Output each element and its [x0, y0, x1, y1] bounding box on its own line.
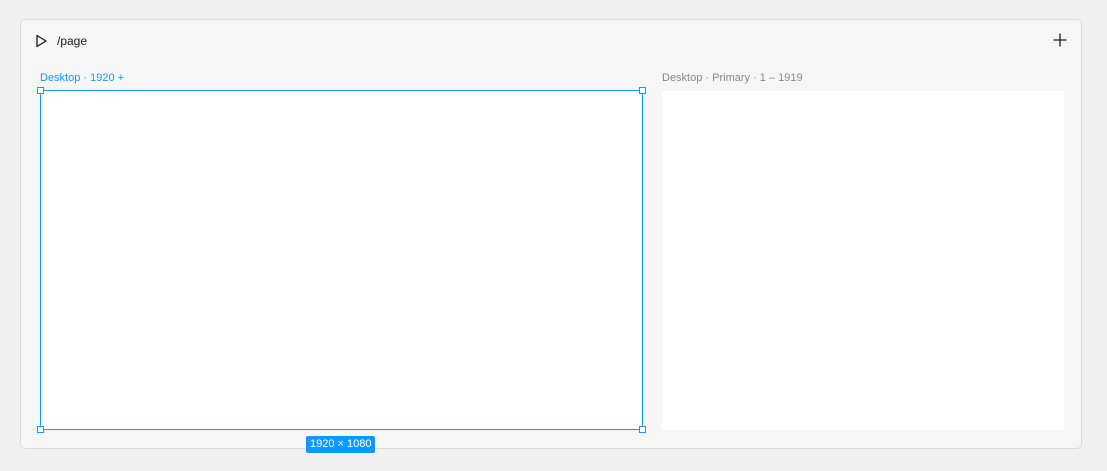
- page-header: /page: [21, 20, 1081, 62]
- page-path-label: /page: [57, 34, 88, 48]
- resize-handle-bottom-right[interactable]: [639, 426, 646, 433]
- resize-handle-top-left[interactable]: [37, 87, 44, 94]
- play-icon[interactable]: [33, 33, 49, 49]
- page-card: /page Desktop · 1920 + 1920 × 1080 Deskt…: [20, 19, 1082, 453]
- frame-label-desktop-1920[interactable]: Desktop · 1920 +: [40, 71, 124, 85]
- frame-size-badge: 1920 × 1080: [306, 436, 376, 453]
- frame-desktop-primary[interactable]: [662, 91, 1064, 430]
- frame-desktop-1920[interactable]: [37, 87, 646, 433]
- resize-handle-top-right[interactable]: [639, 87, 646, 94]
- resize-handle-bottom-left[interactable]: [37, 426, 44, 433]
- frame-label-desktop-primary[interactable]: Desktop · Primary · 1 – 1919: [662, 71, 803, 85]
- plus-icon[interactable]: [1052, 32, 1068, 48]
